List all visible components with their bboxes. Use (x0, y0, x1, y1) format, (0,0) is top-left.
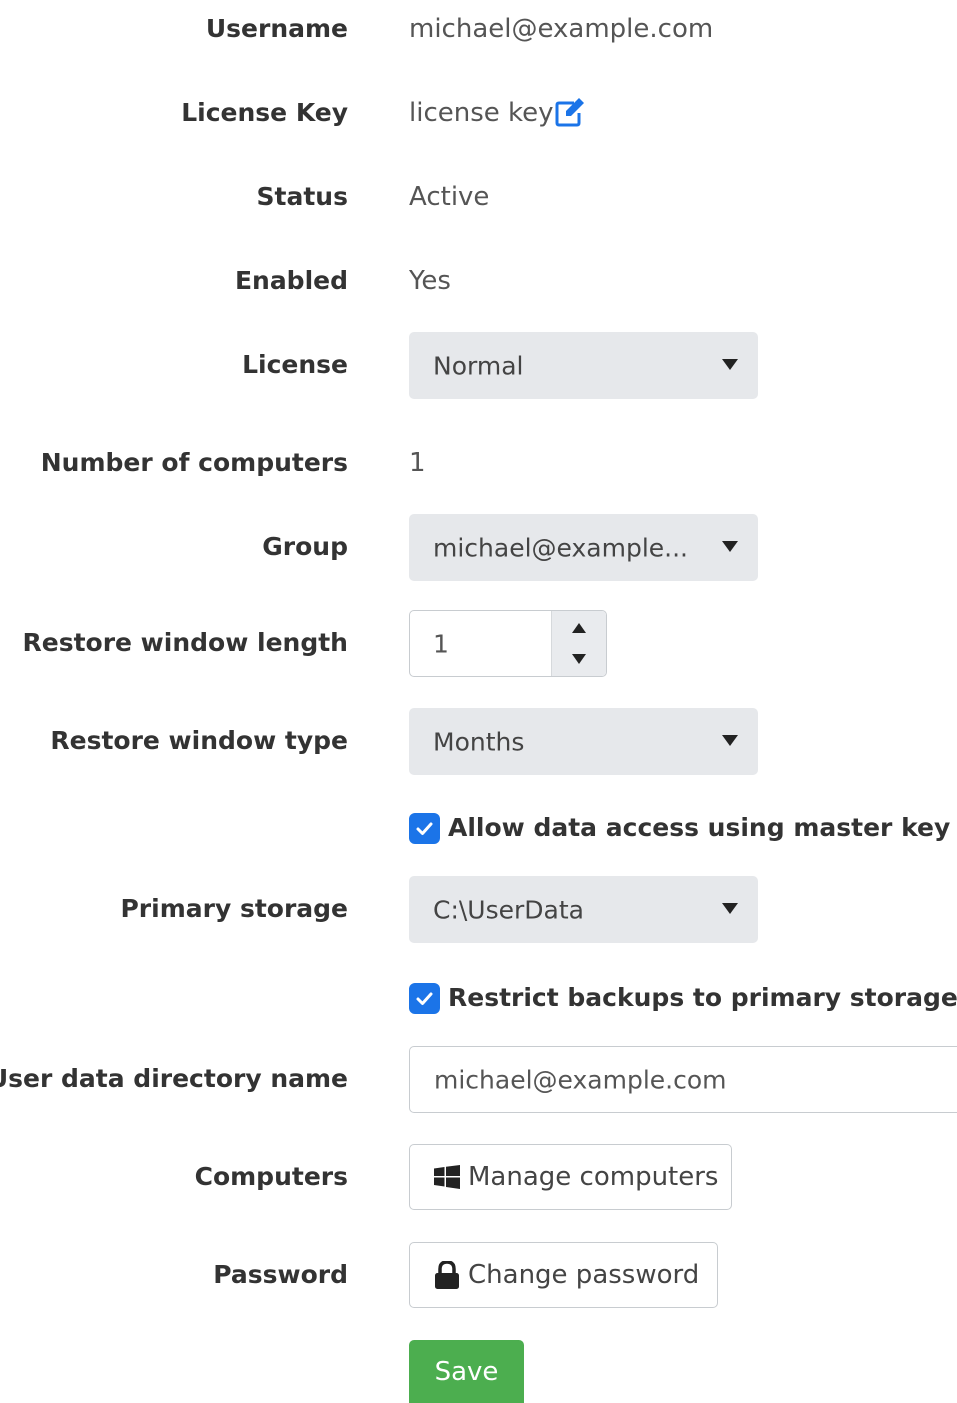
username-value: michael@example.com (409, 14, 714, 44)
save-label: Save (434, 1357, 499, 1387)
lock-icon (434, 1260, 460, 1289)
enabled-value: Yes (409, 266, 451, 296)
chevron-down-icon (722, 540, 738, 552)
restore-window-length-label: Restore window length (22, 628, 348, 657)
computers-label: Computers (194, 1162, 348, 1191)
license-key-value: license key (409, 98, 554, 128)
restore-window-length-value: 1 (433, 629, 449, 658)
username-label: Username (205, 14, 348, 43)
restore-window-length-stepper[interactable]: 1 (409, 610, 607, 677)
status-value: Active (409, 182, 490, 212)
primary-storage-label: Primary storage (120, 894, 348, 923)
manage-computers-label: Manage computers (468, 1162, 719, 1192)
restrict-backups-checkbox[interactable] (409, 983, 440, 1014)
restrict-backups-label: Restrict backups to primary storage (448, 983, 957, 1012)
group-select[interactable]: michael@example... (409, 514, 758, 581)
license-selected-value: Normal (433, 351, 524, 380)
stepper-spin-buttons[interactable] (551, 611, 606, 676)
license-label: License (242, 350, 348, 379)
group-selected-value: michael@example... (433, 533, 688, 562)
checkmark-icon (416, 822, 433, 835)
restore-window-type-select[interactable]: Months (409, 708, 758, 775)
save-button[interactable]: Save (409, 1340, 524, 1403)
license-select[interactable]: Normal (409, 332, 758, 399)
number-of-computers-value: 1 (409, 448, 426, 478)
manage-computers-button[interactable]: Manage computers (409, 1144, 732, 1210)
edit-icon[interactable] (554, 98, 586, 128)
password-label: Password (213, 1260, 348, 1289)
user-data-directory-value: michael@example.com (434, 1065, 727, 1094)
license-key-label: License Key (181, 98, 348, 127)
status-label: Status (256, 182, 348, 211)
chevron-down-icon (722, 902, 738, 914)
windows-icon (434, 1165, 460, 1189)
allow-master-key-checkbox[interactable] (409, 813, 440, 844)
enabled-label: Enabled (234, 266, 348, 295)
change-password-label: Change password (468, 1260, 700, 1290)
restore-window-type-selected-value: Months (433, 727, 525, 756)
chevron-down-icon (722, 734, 738, 746)
number-of-computers-label: Number of computers (40, 448, 348, 477)
decrement-icon[interactable] (572, 654, 586, 664)
group-label: Group (262, 532, 348, 561)
restore-window-type-label: Restore window type (50, 726, 348, 755)
allow-master-key-label: Allow data access using master key (448, 813, 951, 842)
increment-icon[interactable] (572, 623, 586, 633)
chevron-down-icon (722, 358, 738, 370)
user-data-directory-label: User data directory name (0, 1064, 348, 1093)
checkmark-icon (416, 992, 433, 1005)
change-password-button[interactable]: Change password (409, 1242, 718, 1308)
user-data-directory-input[interactable]: michael@example.com (409, 1046, 957, 1113)
primary-storage-select[interactable]: C:\UserData (409, 876, 758, 943)
primary-storage-selected-value: C:\UserData (433, 895, 584, 924)
